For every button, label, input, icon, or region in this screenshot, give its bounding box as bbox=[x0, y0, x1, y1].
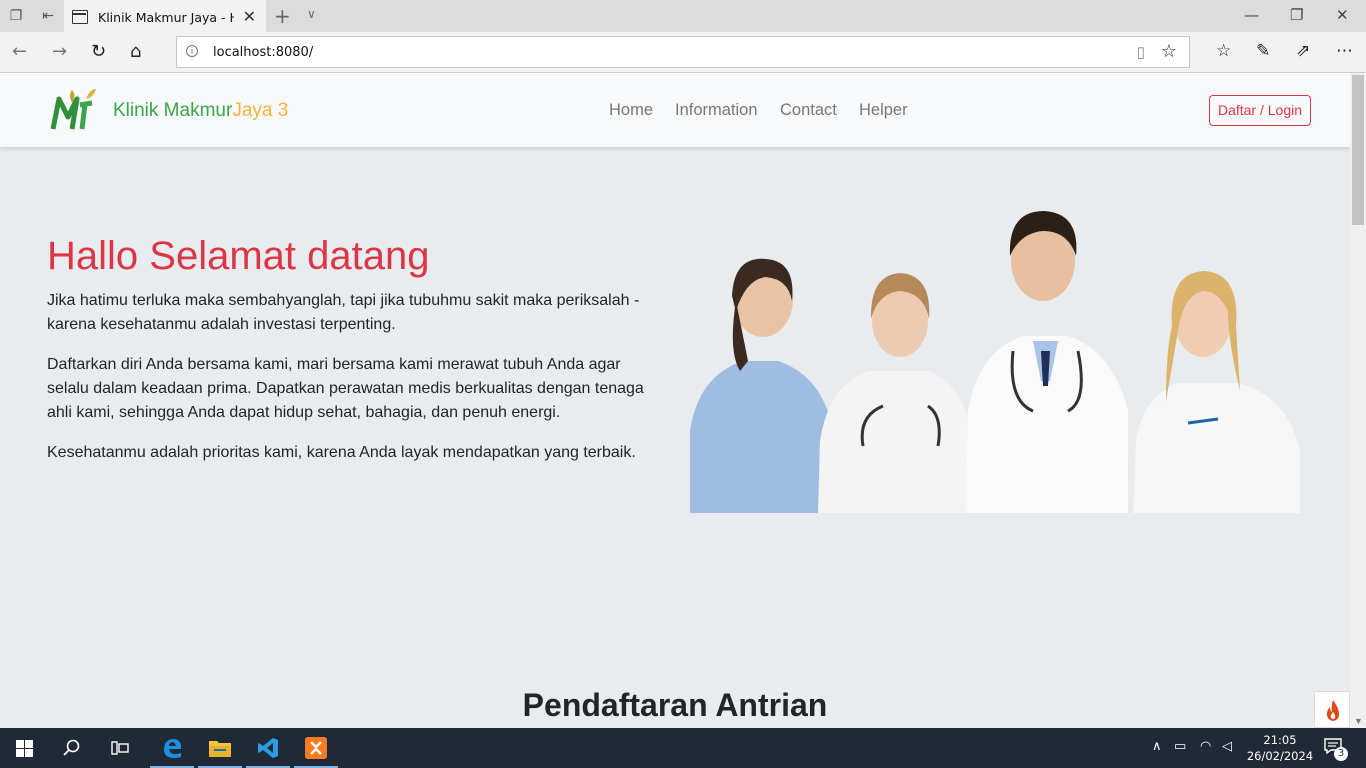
restore-icon[interactable]: ❐ bbox=[1290, 6, 1303, 24]
volume-icon[interactable]: ◁ bbox=[1222, 739, 1232, 754]
register-login-button[interactable]: Daftar / Login bbox=[1209, 95, 1311, 126]
system-clock[interactable]: 21:05 26/02/2024 bbox=[1244, 732, 1316, 764]
more-icon[interactable]: ⋯ bbox=[1336, 41, 1353, 61]
brand-primary: Klinik Makmur bbox=[113, 100, 233, 121]
hero-title: Hallo Selamat datang bbox=[47, 234, 430, 278]
brand-name[interactable]: Klinik MakmurJaya 3 bbox=[113, 100, 288, 122]
reading-view-icon[interactable]: ▯ bbox=[1137, 43, 1145, 61]
flame-icon bbox=[1327, 700, 1339, 721]
tab-preview-chevron-icon[interactable]: ∨ bbox=[307, 7, 316, 21]
nav-home[interactable]: Home bbox=[609, 101, 653, 120]
xampp-icon bbox=[305, 737, 327, 759]
refresh-icon[interactable]: ↻ bbox=[91, 41, 106, 62]
browser-tab[interactable]: Klinik Makmur Jaya - Ho ✕ bbox=[64, 0, 266, 32]
pen-icon[interactable]: ✎ bbox=[1256, 41, 1270, 61]
show-hidden-icons-chevron-icon[interactable]: ∧ bbox=[1152, 739, 1162, 754]
share-icon[interactable]: ⇗ bbox=[1296, 41, 1310, 61]
brand-secondary: Jaya 3 bbox=[232, 100, 289, 121]
nav-helper[interactable]: Helper bbox=[859, 101, 908, 120]
task-view-icon[interactable] bbox=[111, 740, 129, 756]
debug-toolbar-button[interactable] bbox=[1314, 691, 1350, 728]
home-icon[interactable]: ⌂ bbox=[130, 41, 141, 62]
tab-close-icon[interactable]: ✕ bbox=[243, 7, 256, 26]
new-tab-icon[interactable]: + bbox=[274, 4, 291, 28]
web-page: Klinik MakmurJaya 3 Home Information Con… bbox=[0, 73, 1350, 728]
nav-contact[interactable]: Contact bbox=[780, 101, 837, 120]
windows-taskbar: ∧ ▭ ◠ ◁ 21:05 26/02/2024 3 bbox=[0, 728, 1366, 768]
minimize-icon[interactable]: — bbox=[1244, 6, 1259, 24]
site-navbar: Klinik MakmurJaya 3 Home Information Con… bbox=[0, 73, 1350, 147]
nav-information[interactable]: Information bbox=[675, 101, 758, 120]
clock-date: 26/02/2024 bbox=[1246, 749, 1314, 763]
wifi-icon[interactable]: ◠ bbox=[1200, 739, 1211, 754]
address-bar[interactable]: i localhost:8080/ ▯ ☆ bbox=[176, 36, 1190, 68]
edge-icon bbox=[164, 739, 182, 758]
scrollbar-thumb[interactable] bbox=[1352, 75, 1364, 225]
hero-paragraph-1: Jika hatimu terluka maka sembahyanglah, … bbox=[47, 292, 640, 333]
favorite-star-icon[interactable]: ☆ bbox=[1161, 41, 1177, 62]
edge-taskbar-app[interactable] bbox=[148, 728, 196, 768]
action-center-icon[interactable]: 3 bbox=[1324, 738, 1348, 761]
url-text[interactable]: localhost:8080/ bbox=[213, 45, 313, 60]
favorites-icon[interactable]: ☆ bbox=[1216, 41, 1231, 61]
folder-icon bbox=[209, 741, 231, 757]
vscode-taskbar-app[interactable] bbox=[244, 728, 292, 768]
vscode-icon bbox=[258, 738, 278, 758]
window-close-icon[interactable]: ✕ bbox=[1336, 6, 1349, 24]
page-icon bbox=[72, 10, 88, 24]
set-aside-tabs-icon[interactable]: ⇤ bbox=[38, 6, 58, 26]
hero-paragraph-3: Kesehatanmu adalah prioritas kami, karen… bbox=[47, 444, 636, 461]
tab-actions-icon[interactable]: ❐ bbox=[6, 6, 26, 26]
queue-registration-title: Pendaftaran Antrian bbox=[522, 687, 828, 723]
clinic-logo-icon[interactable] bbox=[50, 87, 98, 133]
tab-title: Klinik Makmur Jaya - Ho bbox=[98, 10, 234, 25]
clock-time: 21:05 bbox=[1263, 733, 1297, 747]
back-icon[interactable]: ← bbox=[12, 41, 27, 62]
xampp-taskbar-app[interactable] bbox=[292, 728, 340, 768]
search-icon[interactable] bbox=[63, 739, 81, 757]
page-scrollbar[interactable]: ▲ ▼ bbox=[1350, 73, 1366, 728]
battery-icon[interactable]: ▭ bbox=[1174, 739, 1186, 754]
windows-start-icon[interactable] bbox=[16, 740, 33, 757]
doctors-image bbox=[690, 211, 1300, 513]
site-info-icon[interactable]: i bbox=[186, 45, 198, 57]
notification-count-badge: 3 bbox=[1334, 747, 1348, 761]
forward-icon[interactable]: → bbox=[52, 41, 67, 62]
hero-paragraph-2: Daftarkan diri Anda bersama kami, mari b… bbox=[47, 356, 644, 421]
file-explorer-taskbar-app[interactable] bbox=[196, 728, 244, 768]
browser-tab-bar: ❐ ⇤ Klinik Makmur Jaya - Ho ✕ + ∨ — ❐ ✕ bbox=[0, 0, 1366, 32]
scroll-down-icon[interactable]: ▼ bbox=[1354, 716, 1363, 726]
browser-toolbar: ← → ↻ ⌂ i localhost:8080/ ▯ ☆ ☆ ✎ ⇗ ⋯ bbox=[0, 32, 1366, 73]
